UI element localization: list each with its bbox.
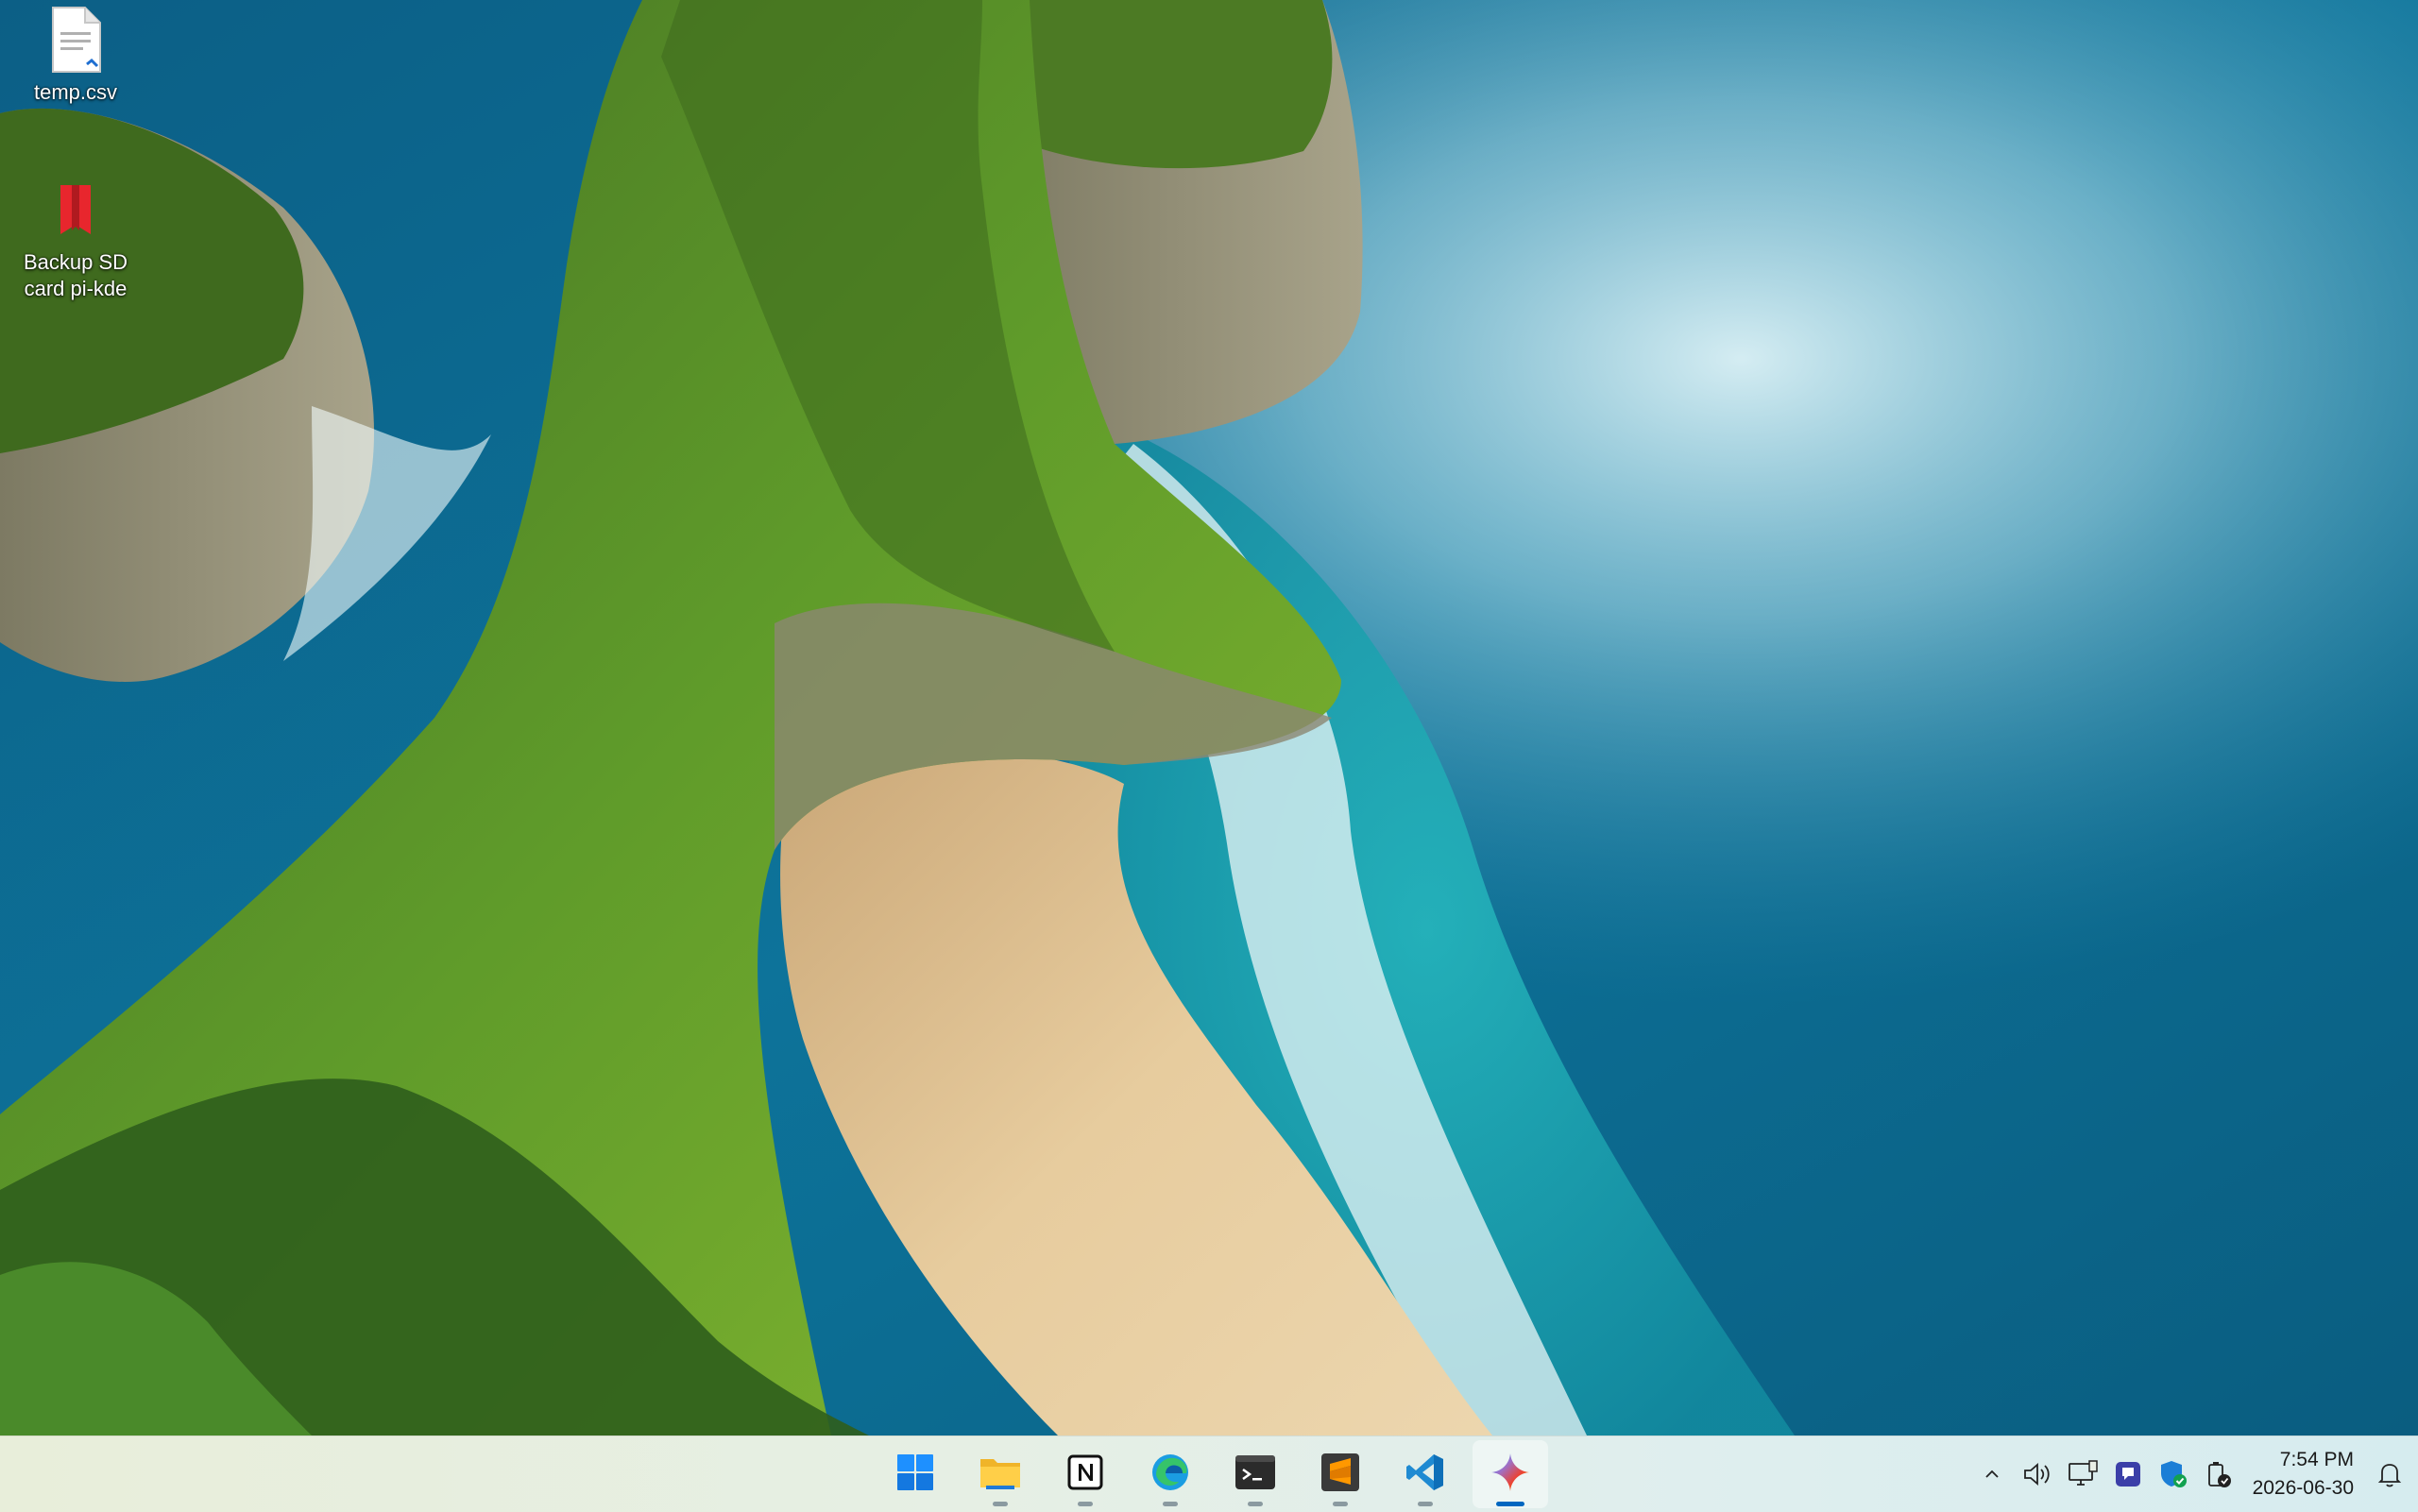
- system-tray: 7:54 PM 2026-06-30: [1969, 1436, 2418, 1512]
- taskbar-app-terminal[interactable]: [1218, 1440, 1293, 1508]
- clock-date: 2026-06-30: [2252, 1477, 2354, 1499]
- folder-icon: [979, 1453, 1022, 1496]
- chevron-up-icon[interactable]: [1969, 1452, 2015, 1497]
- windows-start-icon: [896, 1453, 934, 1496]
- terminal-icon: [1235, 1454, 1276, 1495]
- network-display-icon[interactable]: [2060, 1452, 2105, 1497]
- taskbar-app-sublime[interactable]: [1303, 1440, 1378, 1508]
- taskbar: 7:54 PM 2026-06-30: [0, 1436, 2418, 1512]
- notion-icon: [1066, 1453, 1104, 1496]
- running-indicator: [1418, 1502, 1433, 1506]
- desktop-icon-label: Backup SD card pi-kde: [23, 250, 128, 300]
- vscode-icon: [1405, 1452, 1446, 1498]
- running-indicator: [1163, 1502, 1178, 1506]
- clock-time: 7:54 PM: [2279, 1449, 2354, 1470]
- defender-shield-icon[interactable]: [2151, 1452, 2196, 1497]
- desktop-icon-temp-csv[interactable]: temp.csv: [5, 6, 146, 106]
- desktop: temp.csv Backup SD card pi-kde: [0, 0, 2418, 1436]
- taskbar-app-start[interactable]: [877, 1440, 953, 1508]
- taskbar-app-gemini[interactable]: [1473, 1440, 1548, 1508]
- taskbar-app-notion[interactable]: [1047, 1440, 1123, 1508]
- running-indicator: [993, 1502, 1008, 1506]
- running-indicator: [1333, 1502, 1348, 1506]
- wallpaper-image: [0, 0, 2418, 1436]
- red-bookmark-icon: [42, 176, 110, 244]
- taskbar-app-edge[interactable]: [1132, 1440, 1208, 1508]
- sparkle-icon: [1490, 1452, 1531, 1498]
- desktop-icon-label: temp.csv: [33, 80, 118, 104]
- bell-icon[interactable]: [2367, 1452, 2412, 1497]
- volume-icon[interactable]: [2015, 1452, 2060, 1497]
- taskbar-app-file-explorer[interactable]: [962, 1440, 1038, 1508]
- edge-icon: [1150, 1453, 1190, 1497]
- running-indicator: [1248, 1502, 1263, 1506]
- running-indicator: [1496, 1502, 1524, 1506]
- taskbar-app-vscode[interactable]: [1388, 1440, 1463, 1508]
- running-indicator: [1078, 1502, 1093, 1506]
- desktop-icon-backup-sd-card[interactable]: Backup SD card pi-kde: [5, 176, 146, 302]
- app-tray-icon[interactable]: [2105, 1452, 2151, 1497]
- clock[interactable]: 7:54 PM 2026-06-30: [2241, 1446, 2367, 1503]
- battery-saver-icon[interactable]: [2196, 1452, 2241, 1497]
- csv-file-icon: [42, 6, 110, 74]
- sublime-icon: [1320, 1453, 1360, 1497]
